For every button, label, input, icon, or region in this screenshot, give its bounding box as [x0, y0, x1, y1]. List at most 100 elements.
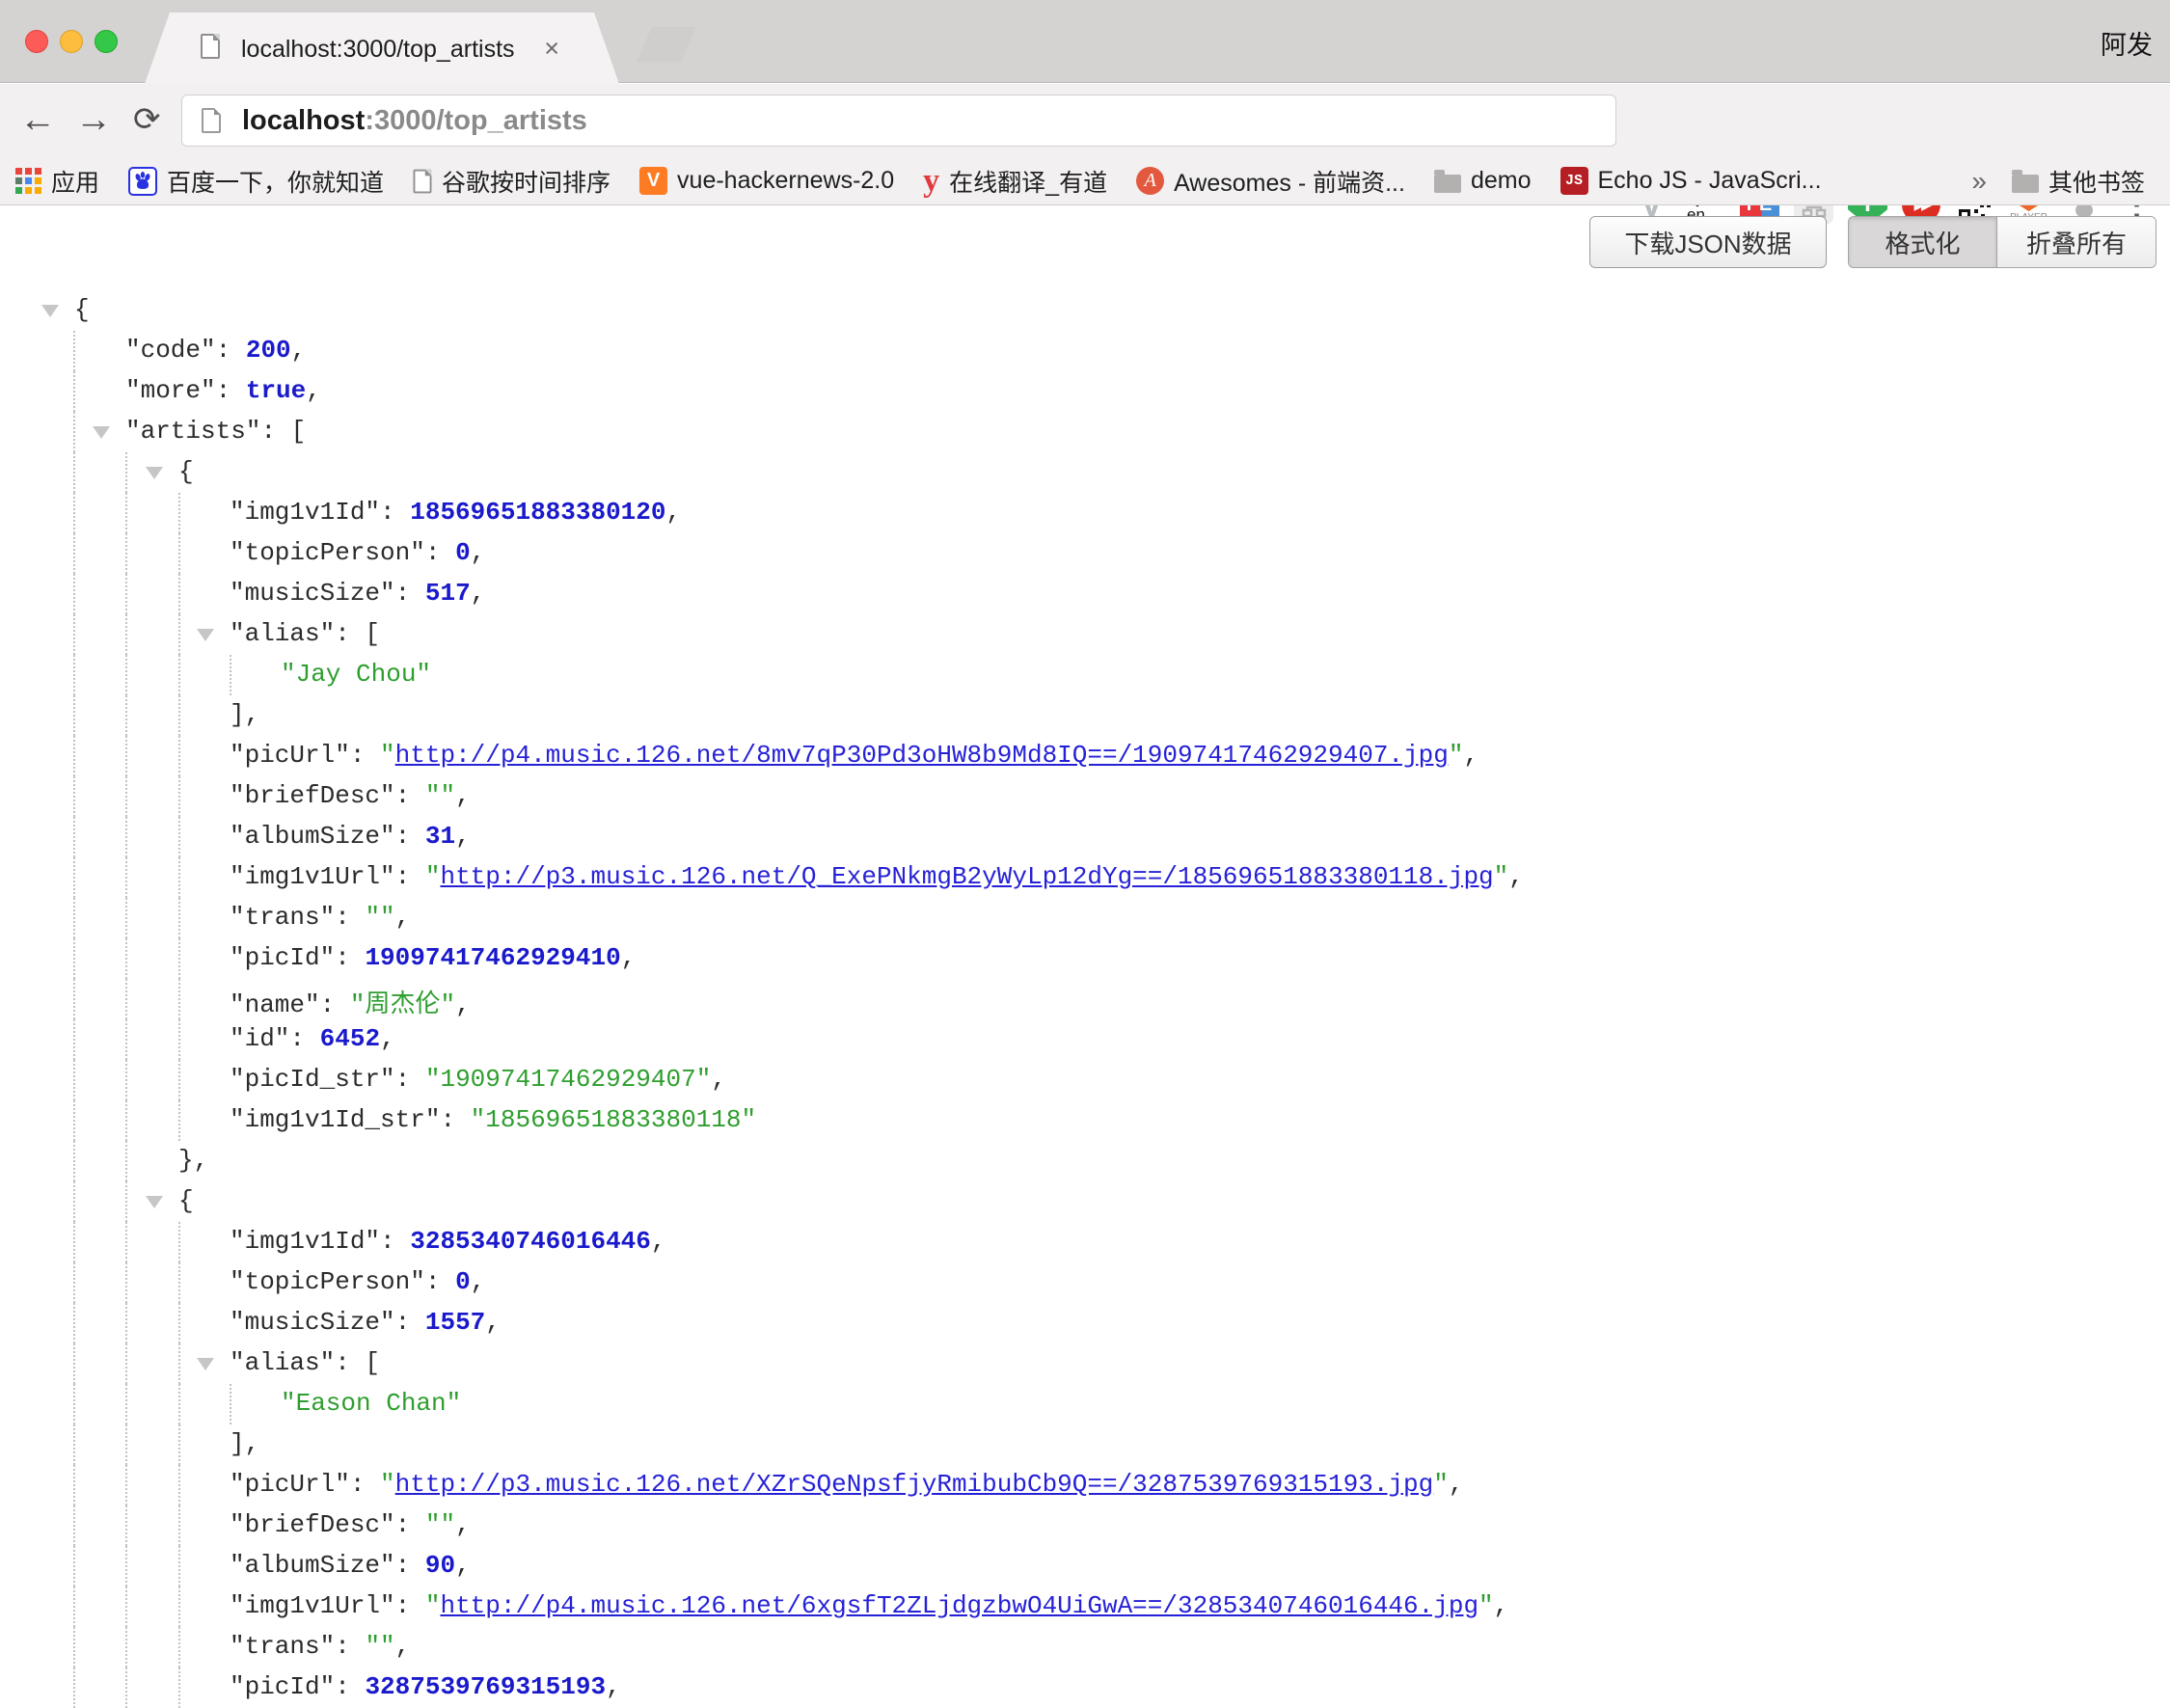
indent-guide: [73, 898, 75, 938]
new-tab-button[interactable]: [637, 27, 696, 62]
bookmark-awesomes[interactable]: A Awesomes - 前端资...: [1136, 164, 1405, 199]
json-token: :: [380, 1227, 410, 1256]
json-token: "": [425, 781, 455, 810]
json-token: "": [425, 1510, 455, 1539]
json-line: "picId": 19097417462929410,: [0, 938, 2170, 979]
json-tree: {"code": 200,"more": true,"artists": [{"…: [0, 290, 2170, 1692]
zoom-window-button[interactable]: [95, 30, 118, 53]
bookmark-label: vue-hackernews-2.0: [677, 167, 894, 195]
json-token: "albumSize": [230, 1551, 395, 1580]
other-bookmarks[interactable]: 其他书签: [2012, 164, 2145, 199]
json-token: },: [178, 1146, 208, 1175]
json-url-link[interactable]: http://p4.music.126.net/6xgsfT2ZLjdgzbwO…: [440, 1591, 1478, 1620]
indent-guide: [73, 412, 75, 452]
json-token: ,: [621, 943, 637, 972]
json-token: :: [395, 1551, 425, 1580]
json-line-text: "Jay Chou": [281, 660, 431, 689]
json-token: 90: [425, 1551, 455, 1580]
forward-button[interactable]: →: [75, 95, 112, 144]
indent-guide: [125, 1667, 127, 1708]
json-line: "musicSize": 1557,: [0, 1303, 2170, 1343]
close-window-button[interactable]: [25, 30, 48, 53]
collapse-triangle-icon[interactable]: [146, 467, 163, 479]
json-line: },: [0, 1141, 2170, 1181]
json-token: :: [395, 781, 425, 810]
url-input[interactable]: localhost:3000/top_artists: [181, 95, 1616, 147]
bookmark-apps[interactable]: 应用: [15, 164, 99, 199]
collapse-triangle-icon[interactable]: [146, 1196, 163, 1208]
indent-guide: [73, 1586, 75, 1627]
indent-guide: [125, 817, 127, 857]
json-token: 517: [425, 579, 471, 608]
json-token: ,: [455, 1551, 471, 1580]
collapse-triangle-icon[interactable]: [93, 426, 110, 439]
indent-guide: [178, 1343, 180, 1384]
json-token: :: [425, 538, 455, 567]
json-url-link[interactable]: http://p3.music.126.net/XZrSQeNpsfjyRmib…: [395, 1470, 1434, 1499]
url-text[interactable]: localhost:3000/top_artists: [242, 105, 587, 137]
indent-guide: [73, 452, 75, 493]
bookmark-youdao-translate[interactable]: y 在线翻译_有道: [923, 164, 1107, 199]
json-token: "19097417462929407": [425, 1065, 711, 1094]
bookmark-google-sort[interactable]: 谷歌按时间排序: [413, 164, 610, 199]
browser-tab[interactable]: localhost:3000/top_artists ×: [145, 13, 619, 84]
json-line-text: },: [178, 1146, 208, 1175]
address-toolbar: ← → ⟳ localhost:3000/top_artists V 英 en …: [0, 84, 2170, 157]
json-line: "artists": [: [0, 412, 2170, 452]
download-json-button[interactable]: 下载JSON数据: [1589, 216, 1827, 268]
page-icon: [414, 169, 432, 193]
indent-guide: [73, 1343, 75, 1384]
indent-guide: [178, 1505, 180, 1546]
bookmark-echojs[interactable]: JS Echo JS - JavaScri...: [1560, 167, 1822, 195]
json-line: "albumSize": 31,: [0, 817, 2170, 857]
bookmark-label: demo: [1471, 167, 1532, 195]
json-line-text: "picUrl": "http://p4.music.126.net/8mv7q…: [230, 741, 1478, 770]
json-token: :: [350, 741, 380, 770]
back-button[interactable]: ←: [19, 95, 56, 144]
indent-guide: [178, 1222, 180, 1262]
json-token: {: [178, 1186, 194, 1215]
json-line: "img1v1Id": 18569651883380120,: [0, 493, 2170, 533]
json-token: ,: [606, 1672, 621, 1701]
json-token: "picId_str": [230, 1065, 395, 1094]
json-line: "name": "周杰伦",: [0, 979, 2170, 1019]
minimize-window-button[interactable]: [60, 30, 83, 53]
json-token: "briefDesc": [230, 781, 395, 810]
reload-button[interactable]: ⟳: [133, 95, 161, 144]
bookmark-vue-hackernews[interactable]: V vue-hackernews-2.0: [639, 167, 894, 195]
other-bookmarks-label: 其他书签: [2048, 164, 2145, 199]
indent-guide: [230, 1384, 231, 1424]
folder-icon: [2012, 175, 2039, 193]
indent-guide: [73, 1667, 75, 1708]
json-token: "": [365, 903, 394, 932]
json-line-text: {: [178, 1186, 194, 1215]
indent-guide: [178, 938, 180, 979]
bookmarks-overflow-chevron[interactable]: »: [1971, 166, 1987, 197]
json-token: ,: [380, 1024, 395, 1053]
json-line: "id": 6452,: [0, 1019, 2170, 1060]
profile-name[interactable]: 阿发: [2101, 24, 2153, 62]
collapse-triangle-icon[interactable]: [197, 629, 214, 641]
json-token: ,: [711, 1065, 726, 1094]
collapse-triangle-icon[interactable]: [41, 305, 59, 317]
collapse-all-button[interactable]: 折叠所有: [1997, 217, 2156, 267]
url-host: localhost: [242, 105, 365, 136]
indent-guide: [178, 1627, 180, 1667]
indent-guide: [178, 1586, 180, 1627]
json-token: :: [335, 903, 365, 932]
indent-guide: [178, 1546, 180, 1586]
json-line: "trans": "",: [0, 1627, 2170, 1667]
indent-guide: [125, 452, 127, 493]
tab-close-icon[interactable]: ×: [544, 34, 559, 64]
collapse-triangle-icon[interactable]: [197, 1358, 214, 1370]
indent-guide: [73, 736, 75, 776]
json-line: "Eason Chan": [0, 1384, 2170, 1424]
json-token: "周杰伦": [350, 990, 455, 1019]
page-security-icon[interactable]: [202, 108, 221, 133]
bookmark-demo-folder[interactable]: demo: [1434, 167, 1532, 195]
json-token: ,: [471, 1267, 486, 1296]
json-url-link[interactable]: http://p3.music.126.net/Q_ExePNkmgB2yWyL…: [440, 862, 1493, 891]
format-button[interactable]: 格式化: [1849, 217, 1997, 267]
json-url-link[interactable]: http://p4.music.126.net/8mv7qP30Pd3oHW8b…: [395, 741, 1449, 770]
bookmark-baidu[interactable]: 百度一下，你就知道: [128, 164, 384, 199]
